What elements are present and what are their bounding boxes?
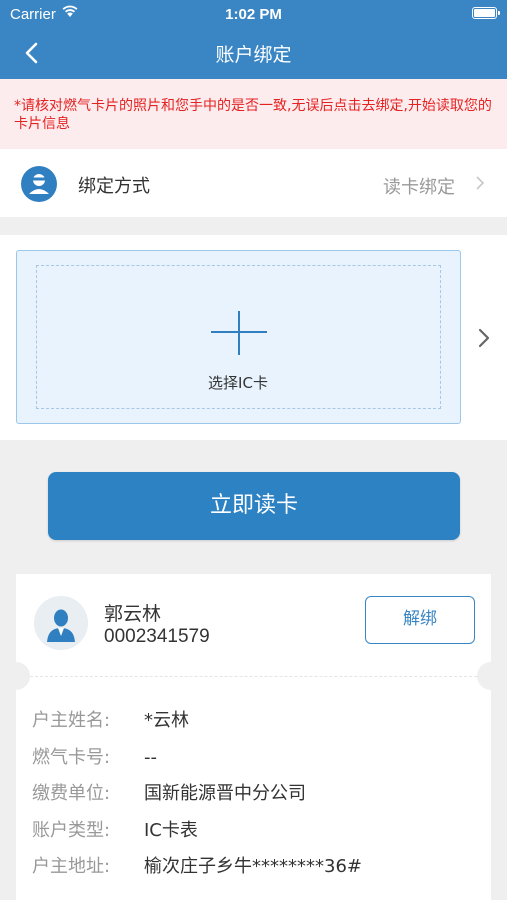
select-card-button[interactable]: 选择IC卡: [16, 250, 461, 424]
card-select-area: 选择IC卡: [0, 235, 507, 440]
avatar: [34, 596, 88, 650]
user-circle-icon: [21, 166, 57, 202]
user-avatar-icon: [34, 596, 88, 650]
notice-banner: *请核对燃气卡片的照片和您手中的是否一致,无误后点击去绑定,开始读取您的卡片信息: [0, 79, 507, 149]
unbind-button[interactable]: 解绑: [365, 596, 475, 644]
detail-row-owner-name: 户主姓名: *云林: [32, 710, 189, 731]
account-number: 0002341579: [104, 626, 210, 647]
detail-row-owner-address: 户主地址: 榆次庄子乡牛********36#: [32, 856, 362, 877]
select-card-label: 选择IC卡: [208, 374, 268, 392]
detail-row-gas-card-number: 燃气卡号: --: [32, 747, 157, 768]
ticket-notch-right: [477, 662, 505, 690]
plus-icon: [211, 311, 267, 355]
account-name: 郭云林: [104, 603, 162, 625]
bind-method-label: 绑定方式: [78, 176, 150, 197]
nav-bar: 账户绑定: [0, 28, 507, 79]
page-title: 账户绑定: [215, 44, 292, 66]
divider: [30, 676, 477, 677]
ticket-notch-left: [2, 662, 30, 690]
next-card-chevron-icon[interactable]: [477, 327, 491, 349]
detail-row-account-type: 账户类型: IC卡表: [32, 820, 198, 841]
bind-method-value: 读卡绑定: [383, 177, 455, 198]
detail-row-payment-unit: 缴费单位: 国新能源晋中分公司: [32, 783, 306, 804]
read-card-button[interactable]: 立即读卡: [48, 472, 460, 540]
bind-method-row[interactable]: 绑定方式 读卡绑定: [0, 149, 507, 217]
chevron-right-icon: [476, 176, 485, 190]
status-bar: Carrier 1:02 PM: [0, 0, 507, 28]
header: Carrier 1:02 PM 账户绑定: [0, 0, 507, 79]
battery-icon: [472, 7, 500, 19]
status-time: 1:02 PM: [225, 6, 282, 23]
account-card: 郭云林 0002341579 解绑 户主姓名: *云林 燃气卡号: -- 缴费单位:…: [2, 574, 505, 900]
